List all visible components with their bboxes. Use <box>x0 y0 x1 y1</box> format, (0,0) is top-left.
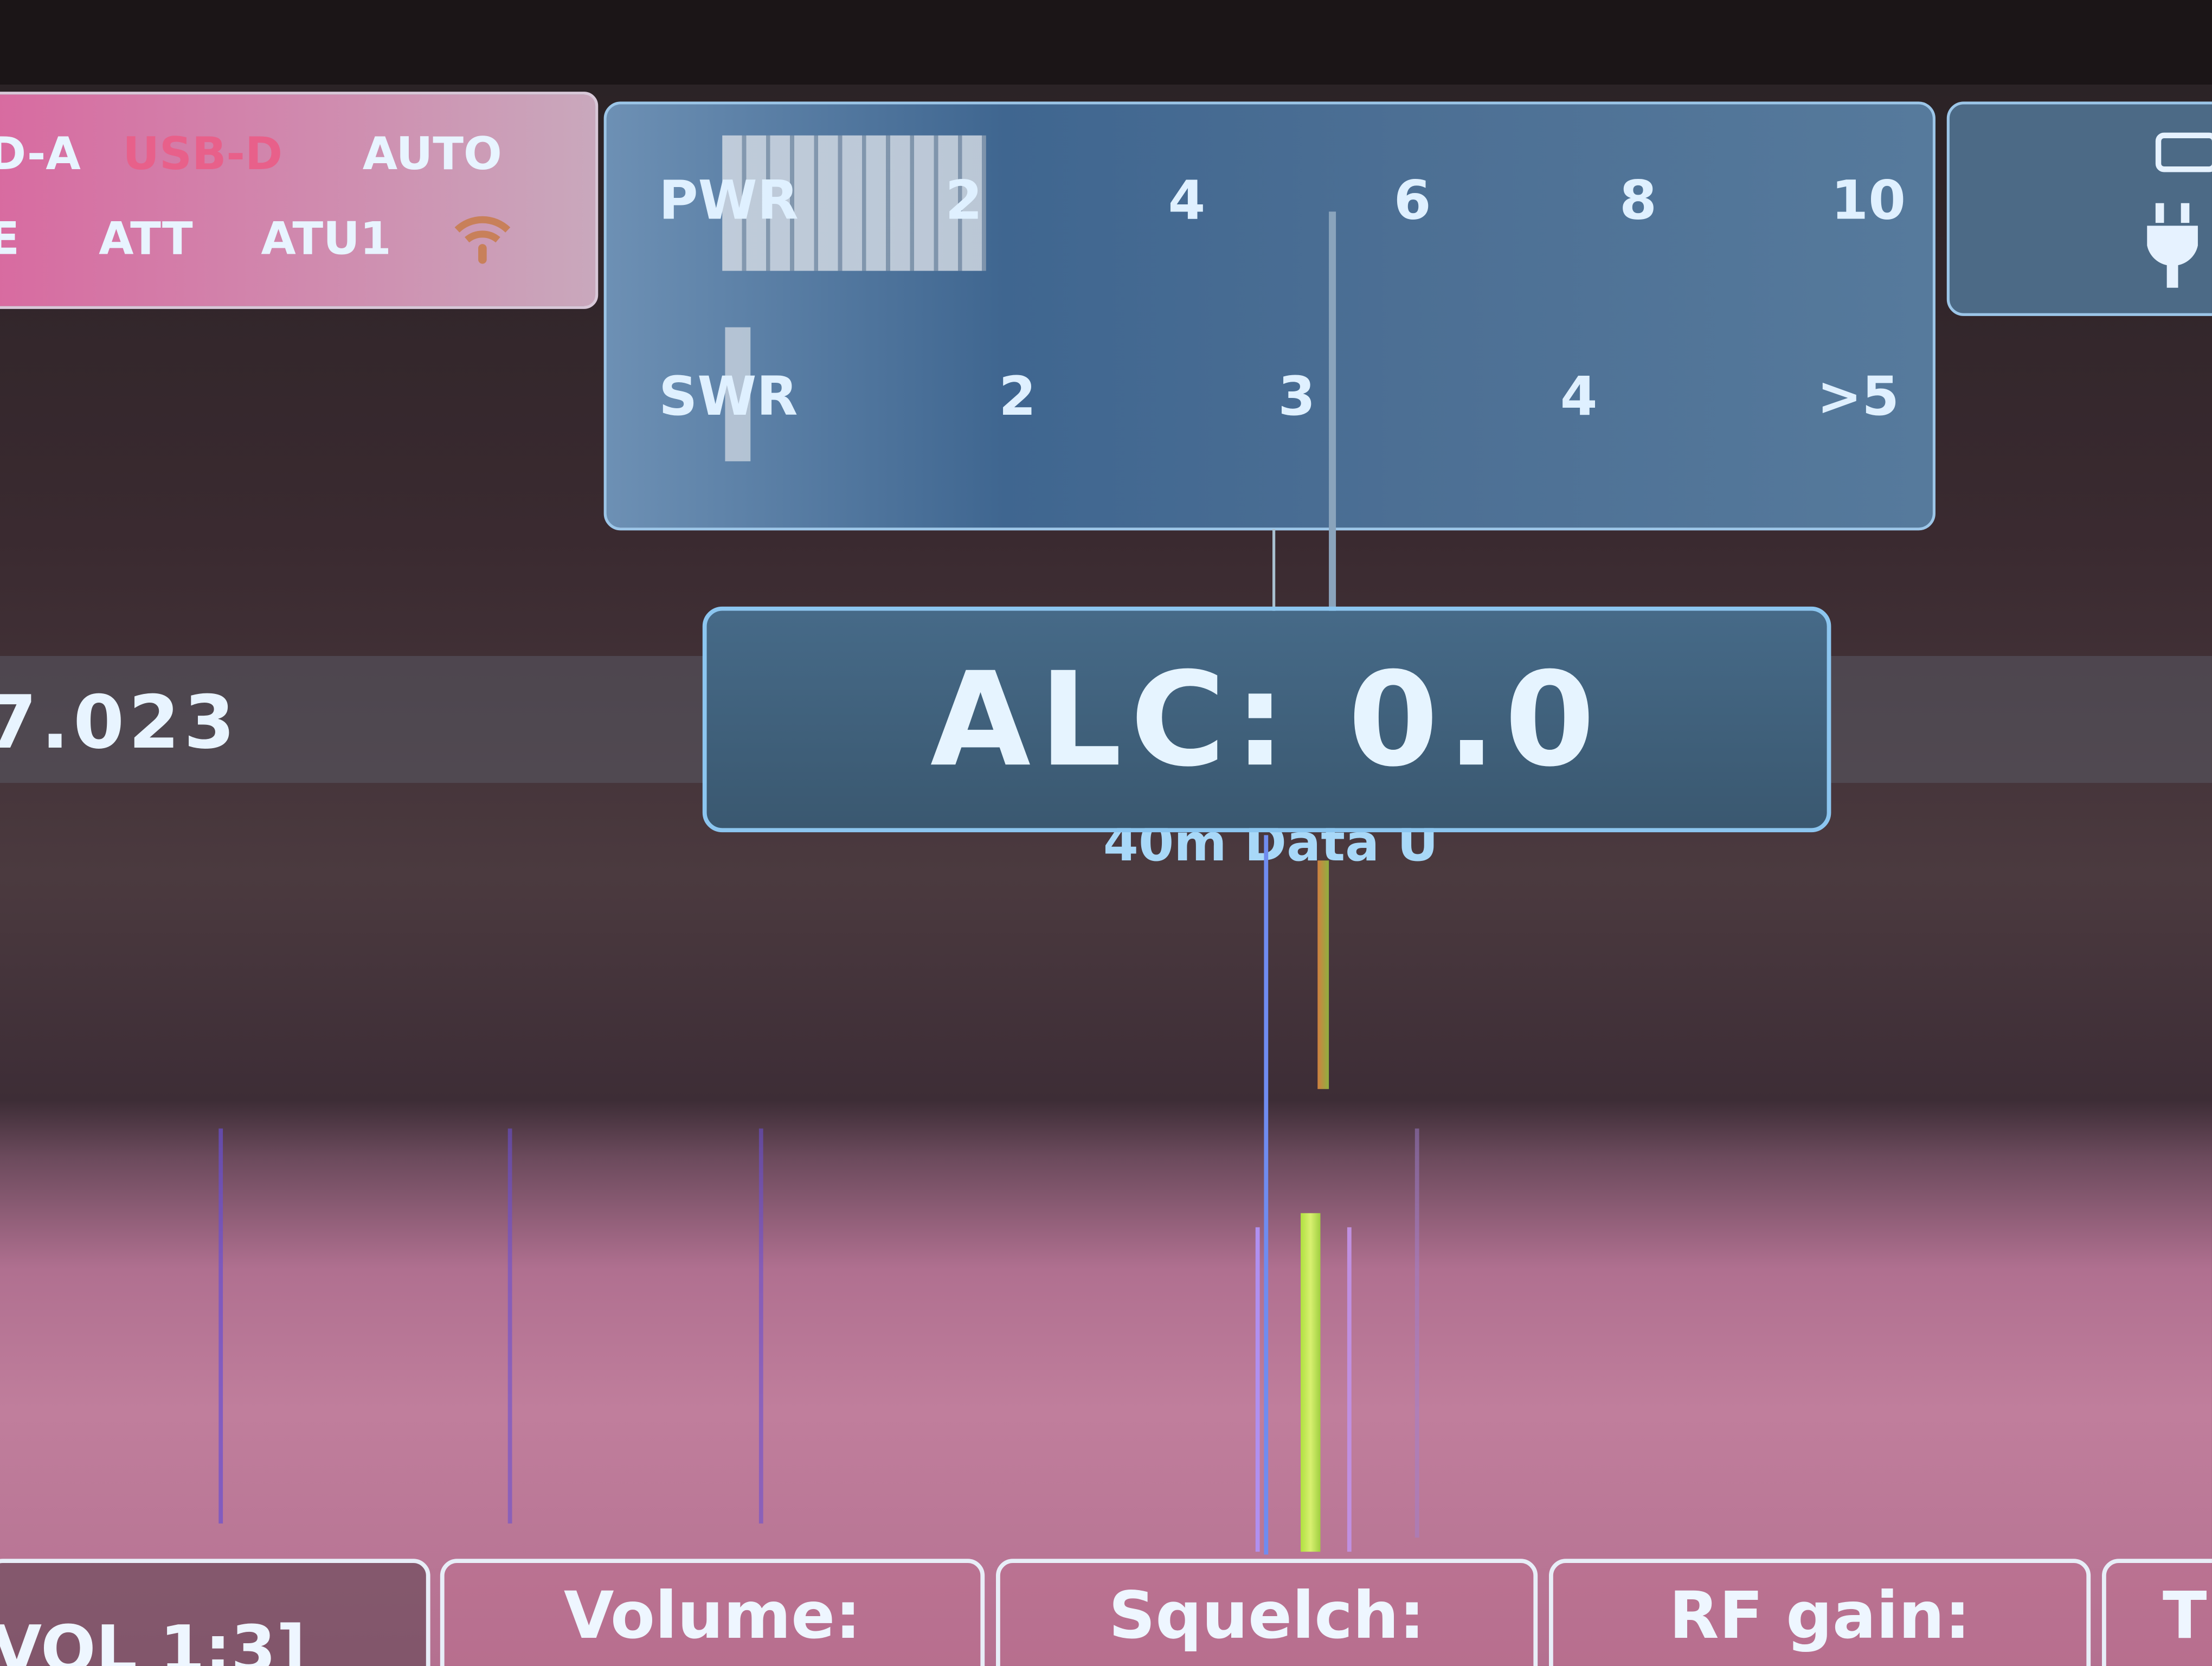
plug-icon <box>2147 203 2198 288</box>
wifi-icon <box>454 216 511 264</box>
swr-tick: >5 <box>1817 365 1900 428</box>
att-label: ATT <box>99 211 193 266</box>
power-status-panel <box>1946 101 2212 316</box>
atu-label: ATU1 <box>261 211 391 266</box>
swr-label: SWR <box>659 365 798 428</box>
waterfall-trace <box>1347 1227 1352 1552</box>
swr-tick: 4 <box>1560 365 1598 428</box>
volume-button[interactable]: Volume: <box>440 1559 985 1666</box>
squelch-button[interactable]: Squelch: <box>996 1559 1538 1666</box>
rx-cursor-line <box>1264 835 1269 1555</box>
swr-tick: 3 <box>1278 365 1316 428</box>
waterfall-trace <box>1414 1128 1419 1538</box>
mode-a: D-A <box>0 127 81 181</box>
pwr-label: PWR <box>659 169 799 231</box>
waterfall-trace <box>218 1128 223 1524</box>
frequency-display[interactable]: 7.023 <box>0 681 239 766</box>
button-label: T <box>2162 1577 2207 1654</box>
tx-signal-marker <box>1317 860 1329 1089</box>
vol-mode-button[interactable]: [VOL 1:3] <box>0 1559 430 1666</box>
pwr-tick: 10 <box>1831 169 1906 231</box>
mode-usb-d: USB-D <box>123 127 283 181</box>
button-label: Squelch: <box>1108 1577 1425 1654</box>
pwr-tick: 6 <box>1393 169 1431 231</box>
t-button[interactable]: T <box>2101 1559 2212 1666</box>
rf-gain-button[interactable]: RF gain: <box>1548 1559 2091 1666</box>
button-label: RF gain: <box>1669 1577 1971 1654</box>
pwr-tick: 8 <box>1619 169 1657 231</box>
waterfall-trace <box>758 1128 763 1524</box>
status-panel[interactable]: D-A USB-D AUTO E ATT ATU1 <box>0 92 599 309</box>
waterfall-trace <box>1255 1227 1260 1552</box>
swr-tick: 2 <box>999 365 1037 428</box>
cursor-line <box>1272 529 1276 614</box>
status-e: E <box>0 211 20 265</box>
battery-icon <box>2155 132 2212 172</box>
alc-popup: ALC: 0.0 <box>702 606 1831 833</box>
pwr-tick: 4 <box>1168 169 1206 231</box>
alc-value: ALC: 0.0 <box>930 644 1604 795</box>
waterfall-signal <box>1301 1213 1321 1552</box>
button-label: [VOL 1:3] <box>0 1611 306 1666</box>
radio-screen: D-A USB-D AUTO E ATT ATU1 PWR 2 4 6 8 10… <box>0 0 2212 1666</box>
waterfall-trace <box>507 1128 512 1524</box>
tuning-marker <box>1329 211 1336 614</box>
agc-auto: AUTO <box>362 127 502 181</box>
power-swr-meter: PWR 2 4 6 8 10 SWR 2 3 4 >5 <box>603 101 1935 531</box>
button-label: Volume: <box>563 1577 861 1654</box>
pwr-tick: 2 <box>945 169 983 231</box>
